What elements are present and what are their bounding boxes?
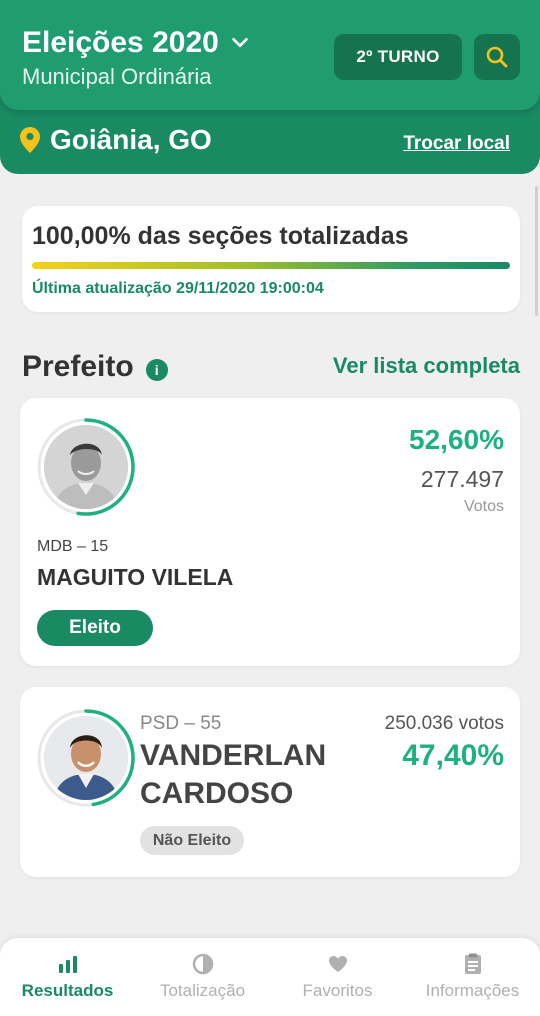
location-pin-icon xyxy=(20,127,40,153)
heart-icon xyxy=(327,953,349,975)
vote-count: 277.497 xyxy=(420,466,504,492)
avatar xyxy=(44,716,128,800)
nav-item-totalizacao[interactable]: Totalização xyxy=(135,938,270,1016)
party-number: MDB – 15 xyxy=(37,538,109,555)
vote-percentage: 52,60% xyxy=(409,424,504,455)
totalization-progress-bar xyxy=(32,262,510,269)
header-top-bar: Eleições 2020 Municipal Ordinária 2º TUR… xyxy=(0,0,540,110)
turno-button[interactable]: 2º TURNO xyxy=(334,34,462,80)
candidate-photo xyxy=(44,425,128,509)
scrollbar[interactable] xyxy=(535,186,538,316)
avatar xyxy=(44,425,128,509)
candidate-card[interactable]: 52,60% 277.497 Votos MDB – 15 MAGUITO VI… xyxy=(20,398,520,666)
search-button[interactable] xyxy=(474,34,520,80)
see-full-list-link[interactable]: Ver lista completa xyxy=(333,353,520,379)
candidate-name: MAGUITO VILELA xyxy=(37,564,234,590)
election-title-text: Eleições 2020 xyxy=(22,26,219,59)
nav-label: Favoritos xyxy=(302,981,373,1000)
election-selector[interactable]: Eleições 2020 Municipal Ordinária xyxy=(22,26,251,90)
candidate-photo xyxy=(44,716,128,800)
election-subtitle: Municipal Ordinária xyxy=(22,64,212,89)
last-update-text: Última atualização 29/11/2020 19:00:04 xyxy=(32,280,324,297)
clipboard-icon xyxy=(462,953,484,975)
nav-item-informacoes[interactable]: Informações xyxy=(405,938,540,1016)
bottom-navigation: Resultados Totalização Favoritos Informa… xyxy=(0,938,540,1016)
section-title-text: Prefeito xyxy=(22,350,134,383)
votes-label: Votos xyxy=(463,498,504,515)
info-icon[interactable]: i xyxy=(145,359,168,381)
candidate-name: VANDERLAN CARDOSO xyxy=(140,739,327,810)
search-icon xyxy=(486,46,508,68)
election-title[interactable]: Eleições 2020 xyxy=(22,26,251,60)
totalization-title: 100,00% das seções totalizadas xyxy=(32,222,409,250)
candidate-card[interactable]: PSD – 55 VANDERLAN CARDOSO 250.036 votos… xyxy=(20,687,520,877)
totalization-card: 100,00% das seções totalizadas Última at… xyxy=(22,206,520,312)
bar-chart-icon xyxy=(57,953,79,975)
section-title: Prefeito i xyxy=(22,350,168,384)
chevron-down-icon xyxy=(232,37,248,48)
change-location-link[interactable]: Trocar local xyxy=(403,133,510,155)
nav-item-favoritos[interactable]: Favoritos xyxy=(270,938,405,1016)
nav-label: Informações xyxy=(425,981,520,1000)
party-number: PSD – 55 xyxy=(140,713,222,734)
vote-count: 250.036 votos xyxy=(384,713,504,734)
current-location: Goiânia, GO xyxy=(20,124,212,156)
vote-percentage: 47,40% xyxy=(402,739,504,772)
pie-chart-icon xyxy=(192,953,214,975)
nav-label: Totalização xyxy=(159,981,246,1000)
location-name: Goiânia, GO xyxy=(50,124,212,155)
elected-badge: Eleito xyxy=(37,610,153,646)
nav-item-resultados[interactable]: Resultados xyxy=(0,938,135,1016)
nav-label: Resultados xyxy=(21,981,114,1000)
header: Eleições 2020 Municipal Ordinária 2º TUR… xyxy=(0,0,540,174)
not-elected-badge: Não Eleito xyxy=(140,826,244,855)
